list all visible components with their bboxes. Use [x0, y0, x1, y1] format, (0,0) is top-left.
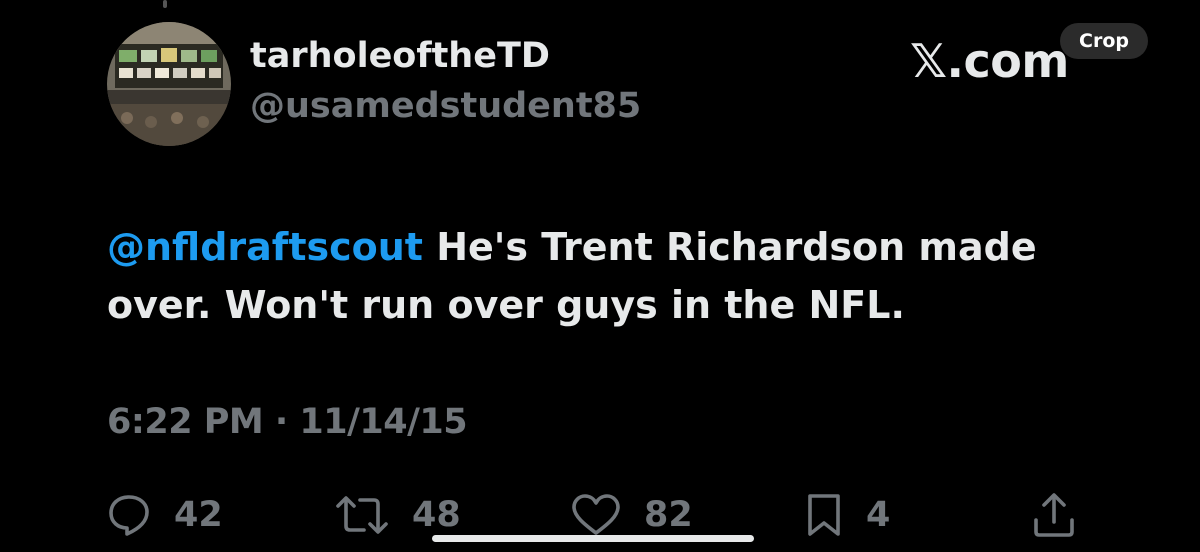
reply-button[interactable]: 42: [106, 490, 223, 540]
author-handle[interactable]: @usamedstudent85: [250, 86, 641, 126]
like-count: 82: [644, 495, 693, 535]
avatar[interactable]: [107, 22, 231, 146]
retweet-button[interactable]: 48: [334, 490, 461, 540]
bookmark-button[interactable]: 4: [804, 490, 890, 540]
heart-icon: [572, 494, 620, 535]
tweet-text: @nfldraftscout He's Trent Richardson mad…: [107, 218, 1147, 334]
retweet-count: 48: [412, 495, 461, 535]
retweet-icon: [336, 496, 388, 534]
tweet-timestamp[interactable]: 6:22 PM · 11/14/15: [107, 402, 468, 442]
share-icon: [1034, 493, 1074, 537]
x-com-brand: 𝕏.com: [910, 34, 1069, 88]
author-display-name[interactable]: tarholeoftheTD: [250, 36, 550, 76]
top-indicator-dot: [163, 0, 167, 8]
avatar-photo-icon: [107, 22, 231, 146]
crop-button[interactable]: Crop: [1060, 23, 1148, 59]
like-button[interactable]: 82: [570, 490, 693, 540]
home-indicator[interactable]: [432, 535, 754, 542]
reply-count: 42: [174, 495, 223, 535]
share-button[interactable]: [1031, 490, 1077, 540]
mention-link[interactable]: @nfldraftscout: [107, 225, 423, 269]
bookmark-icon: [808, 494, 840, 536]
reply-icon: [109, 495, 149, 536]
bookmark-count: 4: [866, 495, 891, 535]
